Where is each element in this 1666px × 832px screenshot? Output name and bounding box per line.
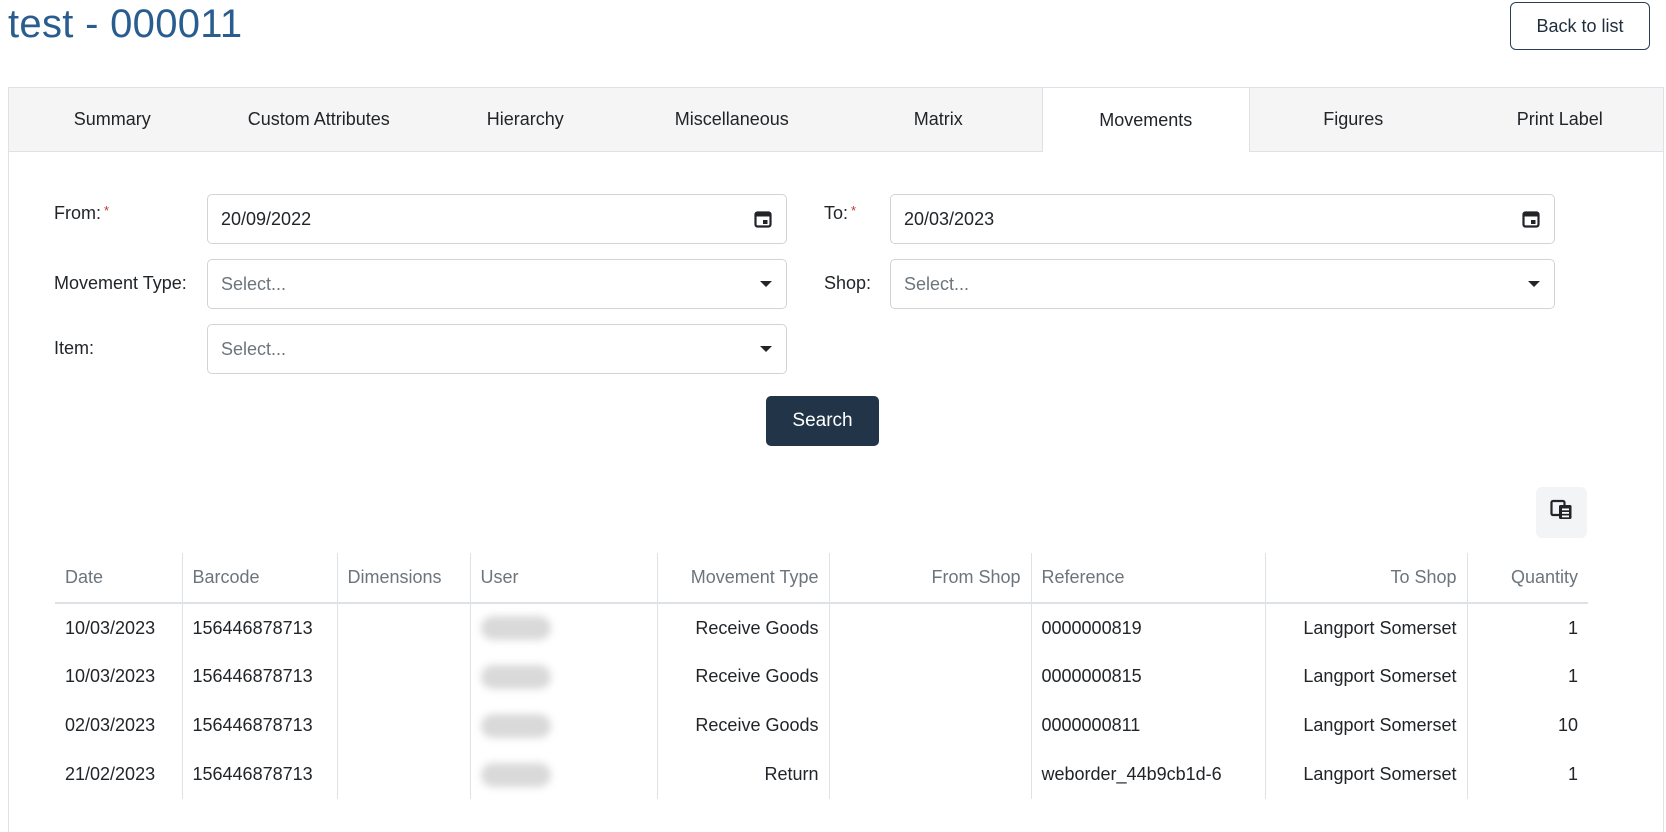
column-header-user[interactable]: User — [470, 553, 658, 604]
tab-bar: Summary Custom Attributes Hierarchy Misc… — [9, 88, 1663, 152]
cell-user — [470, 750, 658, 799]
cell-from-shop — [829, 701, 1032, 750]
table-header-row: Date Barcode Dimensions User Movement Ty… — [55, 553, 1588, 604]
cell-from-shop — [829, 652, 1032, 701]
cell-date: 10/03/2023 — [55, 652, 183, 701]
cell-to-shop: Langport Somerset — [1265, 603, 1468, 652]
column-header-reference[interactable]: Reference — [1031, 553, 1266, 604]
cell-reference: 0000000811 — [1031, 701, 1266, 750]
required-marker: * — [104, 203, 110, 218]
from-label: From: * — [54, 203, 110, 223]
movement-type-select[interactable]: Select... — [207, 259, 787, 309]
cell-dimensions — [337, 750, 471, 799]
item-label: Item: — [54, 338, 95, 358]
cell-date: 02/03/2023 — [55, 701, 183, 750]
cell-user — [470, 603, 658, 652]
item-placeholder: Select... — [221, 338, 287, 359]
tab-custom-attributes[interactable]: Custom Attributes — [216, 88, 423, 151]
cell-date: 10/03/2023 — [55, 603, 183, 652]
page-title: test - 000011 — [8, 2, 243, 46]
cell-to-shop: Langport Somerset — [1265, 652, 1468, 701]
cell-dimensions — [337, 603, 471, 652]
cell-dimensions — [337, 652, 471, 701]
column-header-from-shop[interactable]: From Shop — [829, 553, 1032, 604]
cell-barcode: 156446878713 — [182, 652, 338, 701]
cell-barcode: 156446878713 — [182, 701, 338, 750]
column-header-to-shop[interactable]: To Shop — [1265, 553, 1468, 604]
cell-quantity: 1 — [1567, 666, 1578, 686]
cell-user — [470, 701, 658, 750]
cell-quantity: 1 — [1567, 764, 1578, 784]
back-to-list-button[interactable]: Back to list — [1510, 2, 1650, 50]
table-row[interactable]: 21/02/2023 156446878713 Return weborder_… — [55, 750, 1588, 799]
cell-quantity: 10 — [1557, 715, 1578, 735]
cell-reference: weborder_44b9cb1d-6 — [1031, 750, 1266, 799]
cell-from-shop — [829, 603, 1032, 652]
redacted-user — [480, 664, 551, 689]
table-row[interactable]: 02/03/2023 156446878713 Receive Goods 00… — [55, 701, 1588, 750]
cell-movement-type: Receive Goods — [657, 701, 830, 750]
to-date-value: 20/03/2023 — [904, 208, 995, 229]
tab-matrix[interactable]: Matrix — [835, 88, 1042, 151]
tab-movements[interactable]: Movements — [1041, 88, 1250, 152]
item-select[interactable]: Select... — [207, 324, 787, 374]
shop-select[interactable]: Select... — [890, 259, 1555, 309]
column-header-dimensions[interactable]: Dimensions — [337, 553, 471, 604]
cell-from-shop — [829, 750, 1032, 799]
cell-quantity: 1 — [1567, 617, 1578, 638]
cell-user — [470, 652, 658, 701]
to-date-input[interactable]: 20/03/2023 — [890, 194, 1555, 244]
calendar-icon[interactable] — [754, 210, 772, 228]
table-row[interactable]: 10/03/2023 156446878713 Receive Goods 00… — [55, 603, 1588, 652]
movement-type-placeholder: Select... — [221, 273, 287, 294]
to-label: To: * — [824, 203, 857, 223]
column-header-movement-type[interactable]: Movement Type — [657, 553, 830, 604]
from-date-value: 20/09/2022 — [221, 208, 312, 229]
movement-type-label: Movement Type: — [54, 273, 187, 293]
cell-barcode: 156446878713 — [182, 603, 338, 652]
cell-to-shop: Langport Somerset — [1265, 750, 1468, 799]
chevron-down-icon[interactable] — [760, 281, 772, 287]
movements-table: Date Barcode Dimensions User Movement Ty… — [55, 553, 1588, 799]
from-date-input[interactable]: 20/09/2022 — [207, 194, 787, 244]
tab-figures[interactable]: Figures — [1250, 88, 1457, 151]
column-header-quantity[interactable]: Quantity — [1467, 553, 1588, 604]
column-header-barcode[interactable]: Barcode — [182, 553, 338, 604]
cell-movement-type: Return — [657, 750, 830, 799]
cell-barcode: 156446878713 — [182, 750, 338, 799]
cell-movement-type: Receive Goods — [657, 603, 830, 652]
chevron-down-icon[interactable] — [1528, 281, 1540, 287]
tab-miscellaneous[interactable]: Miscellaneous — [629, 88, 836, 151]
cell-reference: 0000000815 — [1031, 652, 1266, 701]
tab-summary[interactable]: Summary — [9, 88, 216, 151]
chevron-down-icon[interactable] — [760, 346, 772, 352]
cell-date: 21/02/2023 — [55, 750, 183, 799]
cell-reference: 0000000819 — [1031, 603, 1266, 652]
column-header-date[interactable]: Date — [55, 553, 183, 604]
redacted-user — [480, 713, 551, 738]
search-button[interactable]: Search — [766, 396, 879, 446]
cell-movement-type: Receive Goods — [657, 652, 830, 701]
redacted-user — [480, 762, 551, 787]
shop-label: Shop: — [824, 273, 872, 293]
required-marker: * — [851, 203, 857, 218]
shop-placeholder: Select... — [904, 273, 970, 294]
cell-dimensions — [337, 701, 471, 750]
tab-print-label[interactable]: Print Label — [1457, 88, 1664, 151]
table-row[interactable]: 10/03/2023 156446878713 Receive Goods 00… — [55, 652, 1588, 701]
calendar-icon[interactable] — [1522, 210, 1540, 228]
redacted-user — [480, 616, 551, 640]
tab-hierarchy[interactable]: Hierarchy — [422, 88, 629, 151]
column-chooser-icon — [1549, 499, 1574, 526]
cell-to-shop: Langport Somerset — [1265, 701, 1468, 750]
column-chooser-button[interactable] — [1536, 487, 1587, 538]
